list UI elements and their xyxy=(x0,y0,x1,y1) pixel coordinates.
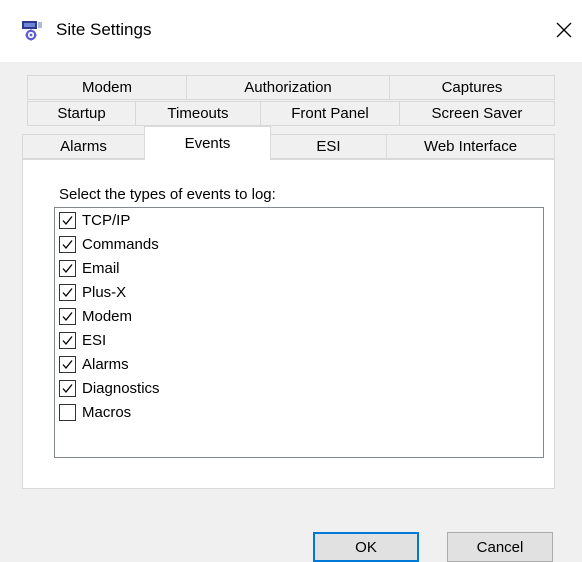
tab-label: Captures xyxy=(441,79,503,96)
tab-label: Authorization xyxy=(244,79,332,96)
dialog-title: Site Settings xyxy=(56,20,152,39)
tab-screen-saver[interactable]: Screen Saver xyxy=(399,101,555,126)
tab-label: Startup xyxy=(57,105,106,122)
events-prompt: Select the types of events to log: xyxy=(59,186,276,203)
cancel-button-label: Cancel xyxy=(476,538,524,556)
list-item-label: Modem xyxy=(82,307,133,325)
tab-label: Alarms xyxy=(60,138,107,155)
title-bar: Site Settings xyxy=(0,0,582,62)
checkbox[interactable] xyxy=(59,259,76,277)
tab-events[interactable]: Events xyxy=(144,126,271,160)
tab-label: Timeouts xyxy=(167,105,229,122)
list-item-label: Plus-X xyxy=(82,283,127,301)
cancel-button[interactable]: Cancel xyxy=(447,532,553,562)
tab-modem[interactable]: Modem xyxy=(27,75,187,100)
close-button[interactable] xyxy=(546,12,582,48)
event-type-list[interactable]: TCP/IP Commands Email Plus-X Modem ESI Alarms D… xyxy=(54,207,544,458)
list-item[interactable]: Plus-X xyxy=(59,281,126,303)
check-icon xyxy=(62,263,73,273)
ok-button-label: OK xyxy=(355,538,377,556)
checkbox[interactable] xyxy=(59,379,76,397)
events-panel: Select the types of events to log: TCP/I… xyxy=(22,159,555,489)
checkbox[interactable] xyxy=(59,235,76,253)
list-item[interactable]: Diagnostics xyxy=(59,377,160,399)
tab-front-panel[interactable]: Front Panel xyxy=(260,101,400,126)
list-item[interactable]: Email xyxy=(59,257,120,279)
list-item-label: ESI xyxy=(82,331,107,349)
check-icon xyxy=(62,239,73,249)
list-item-label: Commands xyxy=(82,235,159,253)
tab-label: Web Interface xyxy=(423,138,518,155)
checkbox[interactable] xyxy=(59,331,76,349)
checkbox[interactable] xyxy=(59,211,76,229)
close-icon xyxy=(556,22,572,38)
tab-web-interface[interactable]: Web Interface xyxy=(386,134,555,159)
tab-alarms[interactable]: Alarms xyxy=(22,134,145,159)
tab-timeouts[interactable]: Timeouts xyxy=(135,101,261,126)
list-item-label: Macros xyxy=(82,403,132,421)
checkbox[interactable] xyxy=(59,403,76,421)
check-icon xyxy=(62,287,73,297)
list-item[interactable]: Macros xyxy=(59,401,131,423)
ok-button[interactable]: OK xyxy=(313,532,419,562)
list-item-label: TCP/IP xyxy=(82,211,131,229)
check-icon xyxy=(62,215,73,225)
list-item[interactable]: Alarms xyxy=(59,353,129,375)
tab-startup[interactable]: Startup xyxy=(27,101,136,126)
checkbox[interactable] xyxy=(59,355,76,373)
list-item[interactable]: TCP/IP xyxy=(59,209,130,231)
list-item[interactable]: ESI xyxy=(59,329,106,351)
list-item[interactable]: Commands xyxy=(59,233,159,255)
tab-captures[interactable]: Captures xyxy=(389,75,555,100)
tab-label: Screen Saver xyxy=(431,105,523,122)
list-item-label: Email xyxy=(82,259,120,277)
list-item-label: Alarms xyxy=(82,355,129,373)
tab-label: Modem xyxy=(81,79,133,96)
checkbox[interactable] xyxy=(59,307,76,325)
site-settings-dialog: Site Settings Modem Authorization Captur… xyxy=(0,0,582,562)
tab-label: Front Panel xyxy=(291,105,369,122)
tab-label: ESI xyxy=(316,138,341,155)
tab-esi[interactable]: ESI xyxy=(270,134,387,159)
check-icon xyxy=(62,311,73,321)
check-icon xyxy=(62,383,73,393)
check-icon xyxy=(62,335,73,345)
check-icon xyxy=(62,359,73,369)
checkbox[interactable] xyxy=(59,283,76,301)
list-item[interactable]: Modem xyxy=(59,305,132,327)
tab-label: Events xyxy=(184,135,231,152)
list-item-label: Diagnostics xyxy=(82,379,160,397)
settings-app-icon xyxy=(22,21,42,41)
tab-authorization[interactable]: Authorization xyxy=(186,75,390,100)
